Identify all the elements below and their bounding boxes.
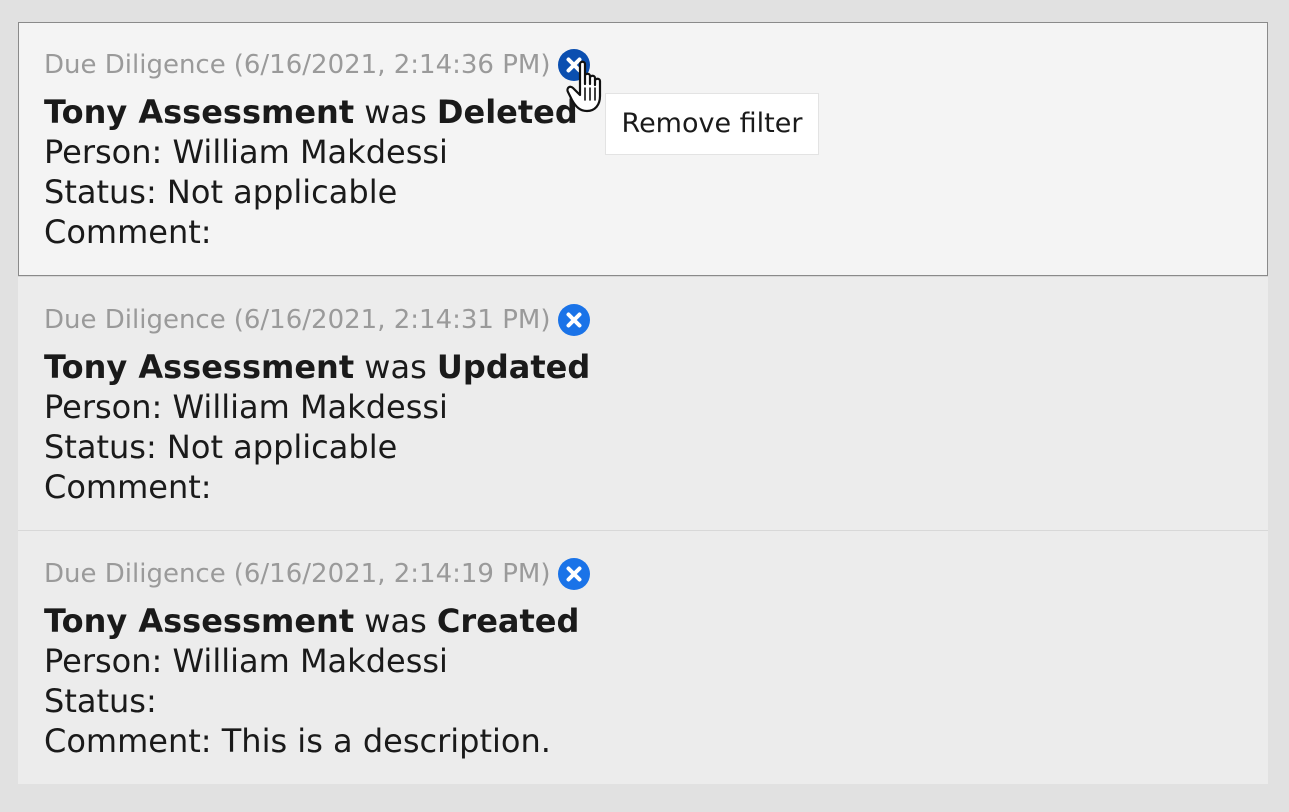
activity-entry: Due Diligence (6/16/2021, 2:14:31 PM) To…	[18, 276, 1268, 530]
entry-meta: Due Diligence (6/16/2021, 2:14:31 PM)	[44, 303, 591, 337]
entry-status: Status:	[44, 681, 579, 721]
entry-status: Status: Not applicable	[44, 172, 578, 212]
entry-timestamp: (6/16/2021, 2:14:31 PM)	[233, 305, 551, 335]
entry-timestamp: (6/16/2021, 2:14:36 PM)	[233, 50, 551, 80]
remove-filter-tooltip: Remove filter	[605, 93, 819, 155]
remove-filter-icon[interactable]	[558, 304, 591, 336]
person-label: Person:	[44, 133, 163, 171]
entry-meta: Due Diligence (6/16/2021, 2:14:36 PM)	[44, 48, 591, 82]
entry-headline: Tony Assessment was Created	[44, 601, 579, 641]
entry-body: Tony Assessment was Updated Person: Will…	[44, 347, 590, 507]
entry-comment: Comment: This is a description.	[44, 721, 579, 761]
person-label: Person:	[44, 388, 163, 426]
entry-person: Person: William Makdessi	[44, 387, 590, 427]
entry-person: Person: William Makdessi	[44, 641, 579, 681]
entry-headline: Tony Assessment was Deleted	[44, 92, 578, 132]
entry-category: Due Diligence	[44, 50, 226, 80]
comment-value: This is a description.	[221, 722, 551, 760]
comment-label: Comment:	[44, 722, 212, 760]
person-label: Person:	[44, 642, 163, 680]
entry-subject: Tony Assessment	[44, 602, 355, 640]
entry-category: Due Diligence	[44, 305, 226, 335]
status-label: Status:	[44, 428, 157, 466]
hand-pointer-cursor-icon	[566, 58, 612, 116]
status-label: Status:	[44, 173, 157, 211]
entry-comment: Comment:	[44, 467, 590, 507]
entry-status: Status: Not applicable	[44, 427, 590, 467]
status-label: Status:	[44, 682, 157, 720]
entry-timestamp: (6/16/2021, 2:14:19 PM)	[233, 559, 551, 589]
entry-body: Tony Assessment was Deleted Person: Will…	[44, 92, 578, 252]
entry-comment: Comment:	[44, 212, 578, 252]
entry-category: Due Diligence	[44, 559, 226, 589]
entry-connector: was	[364, 348, 427, 386]
entry-body: Tony Assessment was Created Person: Will…	[44, 601, 579, 761]
entry-connector: was	[364, 602, 427, 640]
status-value: Not applicable	[166, 173, 398, 211]
entry-meta: Due Diligence (6/16/2021, 2:14:19 PM)	[44, 557, 591, 591]
entry-action: Deleted	[436, 93, 578, 131]
entry-subject: Tony Assessment	[44, 93, 355, 131]
person-value: William Makdessi	[172, 133, 448, 171]
person-value: William Makdessi	[172, 388, 448, 426]
entry-connector: was	[364, 93, 427, 131]
comment-label: Comment:	[44, 468, 212, 506]
remove-filter-icon[interactable]	[558, 558, 591, 590]
entry-action: Updated	[436, 348, 591, 386]
entry-person: Person: William Makdessi	[44, 132, 578, 172]
entry-subject: Tony Assessment	[44, 348, 355, 386]
entry-headline: Tony Assessment was Updated	[44, 347, 590, 387]
person-value: William Makdessi	[172, 642, 448, 680]
comment-label: Comment:	[44, 213, 212, 251]
activity-entry: Due Diligence (6/16/2021, 2:14:19 PM) To…	[18, 530, 1268, 784]
entry-action: Created	[436, 602, 580, 640]
status-value: Not applicable	[166, 428, 398, 466]
